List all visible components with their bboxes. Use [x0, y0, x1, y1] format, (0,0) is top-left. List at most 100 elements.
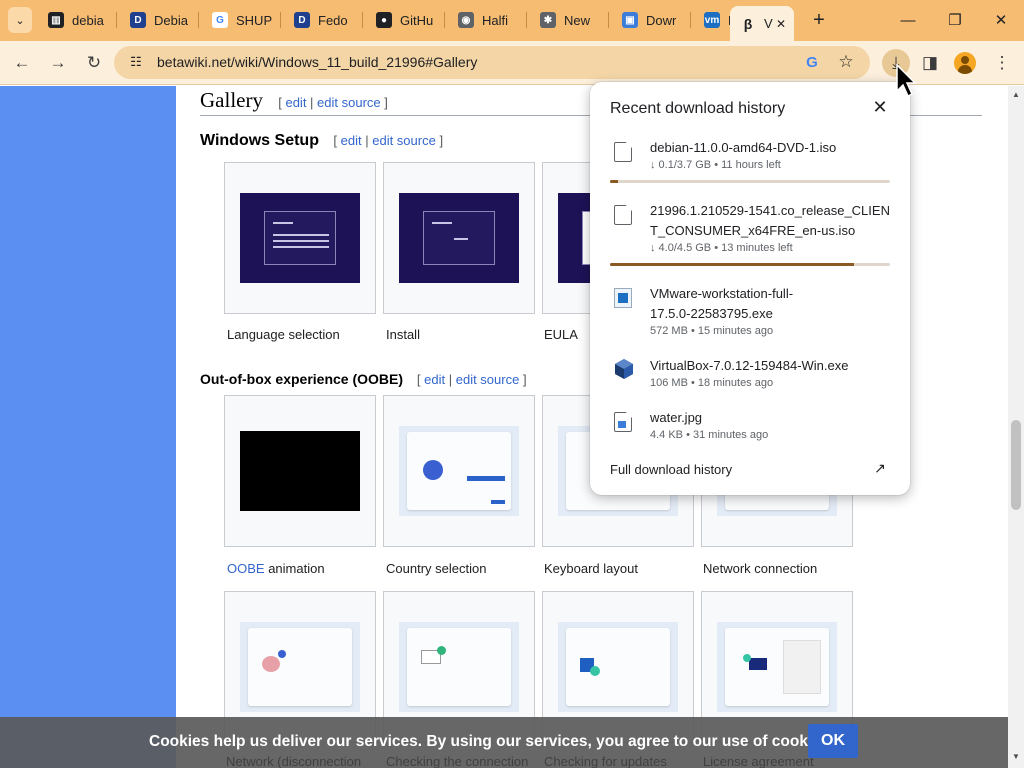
site-info-icon[interactable]: ☷ — [128, 54, 144, 70]
caption-checking-updates: Checking for updates — [544, 754, 667, 768]
google-lens-icon[interactable]: G — [802, 52, 822, 72]
star-icon[interactable]: ☆ — [836, 51, 856, 73]
scrollbar-thumb[interactable] — [1011, 420, 1021, 510]
minimize-icon: — — [900, 11, 916, 29]
thumbnail-language-selection[interactable] — [224, 162, 376, 314]
download-status: ↓ 4.0/4.5 GB • 13 minutes left — [650, 242, 793, 254]
chevron-down-icon: ⌄ — [15, 14, 25, 27]
tab[interactable]: ● GitHu — [366, 6, 440, 34]
file-icon — [614, 205, 632, 225]
tab[interactable]: ▥ debia — [38, 6, 112, 34]
thumbnail-country-selection[interactable] — [383, 395, 535, 547]
caption-language-selection: Language selection — [227, 327, 340, 342]
vmware-installer-icon — [614, 288, 632, 308]
cookie-ok-button[interactable]: OK — [808, 724, 858, 758]
tab-separator — [444, 12, 445, 28]
gear-icon: ✱ — [540, 12, 556, 28]
oobe-edit-link[interactable]: edit — [424, 372, 445, 387]
screenshot-image — [240, 193, 360, 283]
tab-title: SHUP — [236, 12, 273, 28]
menu-button[interactable]: ⋮ — [988, 49, 1016, 77]
download-status: 106 MB • 18 minutes ago — [650, 377, 774, 389]
caption-checking-connection: Checking the connection — [386, 754, 529, 768]
tab[interactable]: ◉ Halfi — [448, 6, 522, 34]
caption-install: Install — [386, 327, 420, 342]
address-bar[interactable]: ☷ betawiki.net/wiki/Windows_11_build_219… — [114, 46, 870, 79]
scroll-up-icon[interactable]: ▲ — [1012, 90, 1020, 99]
screenshot-image — [399, 622, 519, 712]
setup-edit-source-link[interactable]: edit source — [372, 133, 436, 148]
download-filename: 21996.1.210529-1541.co_release_CLIENT_CO… — [650, 203, 890, 238]
tab-separator — [362, 12, 363, 28]
betawiki-icon: β — [740, 15, 756, 32]
caption-oobe-rest: animation — [264, 561, 325, 576]
forward-button[interactable]: → — [44, 49, 72, 77]
download-progress-bar — [610, 263, 890, 266]
reload-button[interactable]: ↻ — [80, 49, 108, 77]
tab[interactable]: G SHUP — [202, 6, 276, 34]
tab-separator — [116, 12, 117, 28]
download-progress-fill — [610, 180, 619, 183]
new-tab-button[interactable]: + — [808, 8, 830, 32]
tab[interactable]: D Fedo — [284, 6, 358, 34]
halfi-icon: ◉ — [458, 12, 474, 28]
tab[interactable]: ✱ New — [530, 6, 604, 34]
tab-active[interactable]: β V ✕ — [730, 6, 794, 41]
caption-license-agreement: License agreement — [703, 754, 814, 768]
screenshot-image — [240, 622, 360, 712]
oobe-link[interactable]: OOBE — [227, 561, 265, 576]
download-popup-title: Recent download history — [610, 100, 786, 117]
caption-keyboard-layout: Keyboard layout — [544, 561, 638, 576]
full-download-history-link[interactable]: Full download history — [610, 462, 732, 477]
arrow-left-icon: ← — [13, 53, 31, 72]
oobe-edit-links: [ edit | edit source ] — [416, 372, 527, 387]
oobe-edit-source-link[interactable]: edit source — [456, 372, 520, 387]
more-vert-icon: ⋮ — [993, 53, 1011, 72]
cookie-text: Cookies help us deliver our services. By… — [149, 733, 834, 750]
browser-toolbar: ← → ↻ ☷ betawiki.net/wiki/Windows_11_bui… — [0, 41, 1024, 85]
tab-title: Fedo — [318, 12, 348, 28]
thumbnail-oobe-animation[interactable] — [224, 395, 376, 547]
tab[interactable]: ▣ Dowr — [612, 6, 686, 34]
tab-title: debia — [72, 12, 104, 28]
close-icon[interactable]: ✕ — [870, 96, 890, 118]
screenshot-image — [399, 426, 519, 516]
close-icon: ✕ — [994, 12, 1008, 29]
close-icon[interactable]: ✕ — [776, 17, 786, 31]
close-window-button[interactable]: ✕ — [981, 6, 1021, 34]
page-background-left — [0, 86, 176, 768]
download-progress-bar — [610, 180, 890, 183]
virtualbox-icon — [614, 358, 634, 380]
side-panel-icon: ◨ — [921, 53, 939, 72]
tab[interactable]: D Debia — [120, 6, 194, 34]
url-text[interactable]: betawiki.net/wiki/Windows_11_build_21996… — [157, 54, 477, 70]
page-scrollbar[interactable]: ▲ ▼ — [1008, 86, 1024, 768]
side-panel-button[interactable]: ◨ — [916, 49, 944, 77]
minimize-button[interactable]: — — [888, 6, 928, 34]
thumbnail-install[interactable] — [383, 162, 535, 314]
profile-avatar[interactable] — [954, 52, 976, 74]
screenshot-image — [717, 622, 837, 712]
oobe-heading: Out-of-box experience (OOBE) [ edit | ed… — [200, 371, 527, 387]
tab-title: Dowr — [646, 12, 677, 28]
download-status: 4.4 KB • 31 minutes ago — [650, 429, 769, 441]
library-icon: ▥ — [48, 12, 64, 28]
image-file-icon — [614, 412, 632, 432]
restore-button[interactable]: ❐ — [935, 6, 975, 34]
tab-search-button[interactable]: ⌄ — [8, 7, 32, 33]
gallery-edit-source-link[interactable]: edit source — [317, 95, 381, 110]
setup-edit-link[interactable]: edit — [341, 133, 362, 148]
cookie-banner: Network (disconnection Checking the conn… — [0, 717, 1008, 768]
gallery-edit-link[interactable]: edit — [285, 95, 306, 110]
vmware-icon: vm — [704, 12, 720, 28]
tab-title: Halfi — [482, 12, 509, 28]
caption-oobe-animation: OOBE animation — [227, 561, 387, 576]
github-icon: ● — [376, 12, 392, 28]
mouse-cursor-icon — [896, 64, 917, 98]
back-button[interactable]: ← — [8, 49, 36, 77]
open-external-icon[interactable]: ↗ — [872, 460, 888, 476]
scroll-down-icon[interactable]: ▼ — [1012, 752, 1020, 761]
download-status: ↓ 0.1/3.7 GB • 11 hours left — [650, 159, 781, 171]
tab-separator — [526, 12, 527, 28]
download-progress-fill — [610, 263, 854, 266]
